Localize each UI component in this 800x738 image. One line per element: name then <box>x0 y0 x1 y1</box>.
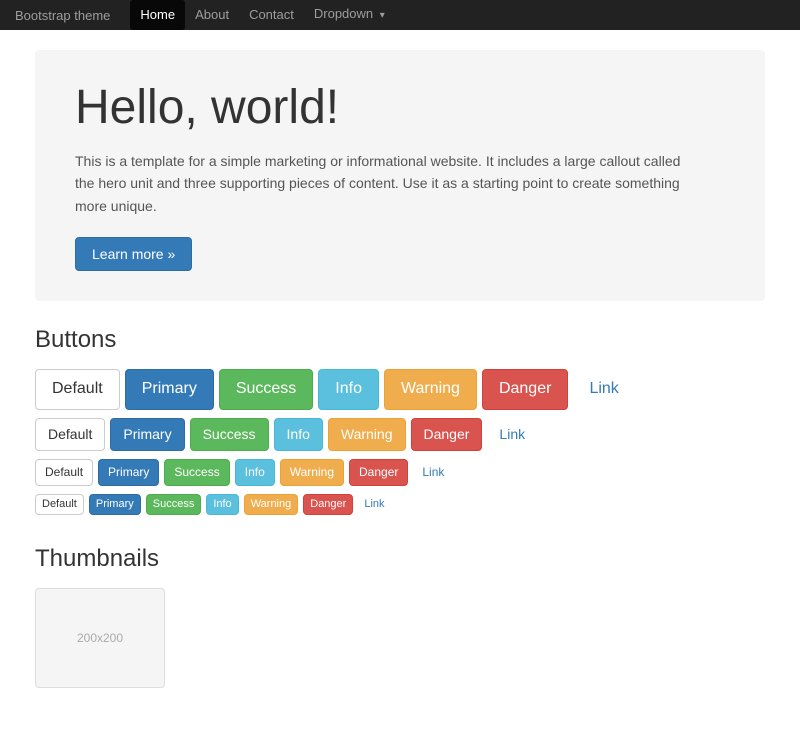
hero-section: Hello, world! This is a template for a s… <box>35 50 765 301</box>
navbar-nav: Home About Contact Dropdown ▾ <box>130 0 394 31</box>
btn-default-lg[interactable]: Default <box>35 369 120 409</box>
nav-link-dropdown[interactable]: Dropdown ▾ <box>304 0 395 31</box>
btn-success-xs[interactable]: Success <box>146 494 202 515</box>
btn-primary-sm[interactable]: Primary <box>98 459 159 486</box>
hero-heading: Hello, world! <box>75 80 725 135</box>
buttons-section: Buttons Default Primary Success Info War… <box>35 326 765 515</box>
btn-info-lg[interactable]: Info <box>318 369 379 409</box>
nav-item-dropdown[interactable]: Dropdown ▾ <box>304 0 395 31</box>
btn-default-xs[interactable]: Default <box>35 494 84 515</box>
navbar: Bootstrap theme Home About Contact Dropd… <box>0 0 800 30</box>
btn-warning-md[interactable]: Warning <box>328 418 406 452</box>
nav-item-home[interactable]: Home <box>130 0 185 30</box>
hero-description: This is a template for a simple marketin… <box>75 150 695 217</box>
btn-default-sm[interactable]: Default <box>35 459 93 486</box>
thumbnails-heading: Thumbnails <box>35 545 765 573</box>
buttons-heading: Buttons <box>35 326 765 354</box>
btn-link-lg[interactable]: Link <box>573 370 634 408</box>
btn-primary-md[interactable]: Primary <box>110 418 184 452</box>
btn-success-sm[interactable]: Success <box>164 459 229 486</box>
nav-link-contact[interactable]: Contact <box>239 0 304 30</box>
button-row-default: Default Primary Success Info Warning Dan… <box>35 418 765 452</box>
btn-default-md[interactable]: Default <box>35 418 105 452</box>
btn-warning-lg[interactable]: Warning <box>384 369 477 409</box>
chevron-down-icon: ▾ <box>380 10 385 21</box>
nav-item-contact[interactable]: Contact <box>239 0 304 30</box>
main-container: Hello, world! This is a template for a s… <box>20 30 780 738</box>
btn-success-lg[interactable]: Success <box>219 369 313 409</box>
learn-more-button[interactable]: Learn more » <box>75 237 192 271</box>
button-row-xsmall: Default Primary Success Info Warning Dan… <box>35 494 765 515</box>
btn-info-sm[interactable]: Info <box>235 459 275 486</box>
btn-link-md[interactable]: Link <box>487 419 537 451</box>
btn-warning-xs[interactable]: Warning <box>244 494 299 515</box>
btn-link-xs[interactable]: Link <box>358 495 390 514</box>
btn-warning-sm[interactable]: Warning <box>280 459 344 486</box>
btn-danger-xs[interactable]: Danger <box>303 494 353 515</box>
btn-link-sm[interactable]: Link <box>413 460 453 485</box>
button-row-large: Default Primary Success Info Warning Dan… <box>35 369 765 409</box>
nav-item-about[interactable]: About <box>185 0 239 30</box>
thumbnail-item[interactable]: 200x200 <box>35 588 165 688</box>
thumbnail-label: 200x200 <box>77 631 123 645</box>
thumbnails-section: Thumbnails 200x200 <box>35 545 765 688</box>
btn-primary-lg[interactable]: Primary <box>125 369 214 409</box>
nav-link-about[interactable]: About <box>185 0 239 30</box>
btn-info-xs[interactable]: Info <box>206 494 238 515</box>
btn-primary-xs[interactable]: Primary <box>89 494 141 515</box>
navbar-brand[interactable]: Bootstrap theme <box>15 8 110 23</box>
btn-danger-sm[interactable]: Danger <box>349 459 408 486</box>
nav-link-home[interactable]: Home <box>130 0 185 30</box>
btn-danger-lg[interactable]: Danger <box>482 369 568 409</box>
btn-success-md[interactable]: Success <box>190 418 269 452</box>
button-row-small: Default Primary Success Info Warning Dan… <box>35 459 765 486</box>
btn-danger-md[interactable]: Danger <box>411 418 483 452</box>
btn-info-md[interactable]: Info <box>274 418 323 452</box>
